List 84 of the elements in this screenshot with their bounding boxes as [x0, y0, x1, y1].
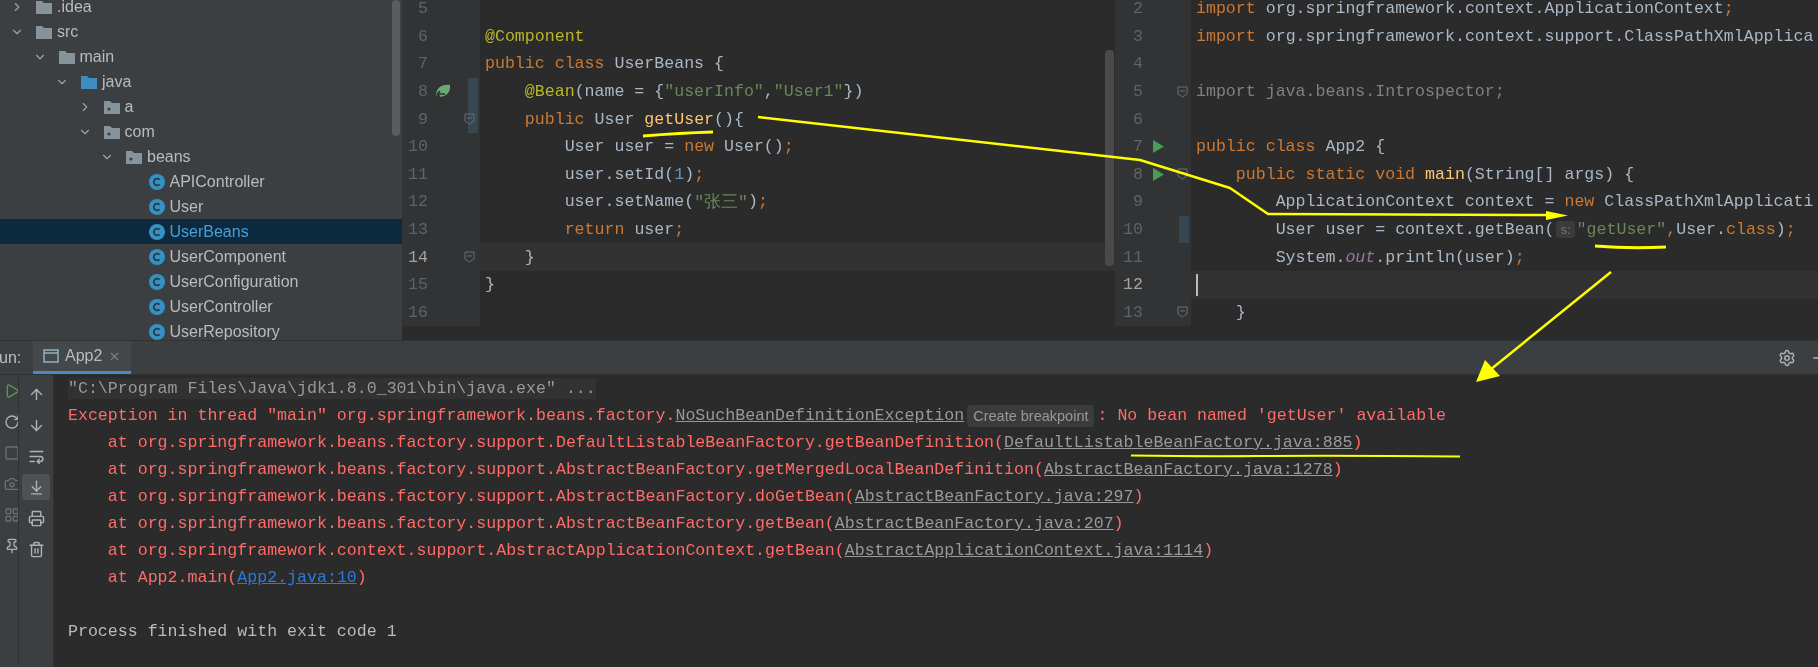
file-link[interactable]: App2.java:10 [237, 568, 357, 587]
tree-item[interactable]: UserRepository [0, 319, 402, 340]
tree-item[interactable]: UserController [0, 294, 402, 319]
code-line: } [484, 275, 495, 295]
code-line: @Component [484, 26, 585, 46]
fold-icon[interactable] [1176, 168, 1188, 181]
console-line: at org.springframework.context.support.AbstractApplicationContext.getBean(AbstractApplicationContext.java:1114) [106, 540, 1214, 561]
folder-icon [57, 48, 76, 65]
class-icon [147, 297, 166, 316]
change-marker[interactable] [1179, 215, 1189, 244]
line-number: 14 [407, 247, 428, 267]
console-line: at org.springframework.beans.factory.support.AbstractBeanFactory.getMergedLocalBeanDefinition(AbstractBeanFactory.java:1278) [106, 459, 1343, 480]
package-icon [125, 148, 143, 165]
tree-item[interactable]: src [0, 19, 402, 44]
code-line: user.setName("张三"); [563, 191, 768, 213]
pin-icon[interactable] [4, 538, 18, 554]
tree-item[interactable]: java [0, 69, 402, 94]
create-breakpoint-button[interactable]: Create breakpoint [967, 404, 1095, 427]
tree-item[interactable]: APIController [0, 169, 402, 194]
console-line: at org.springframework.beans.factory.support.DefaultListableBeanFactory.getBeanDefinition(DefaultListableBeanFactory.java:885) [106, 432, 1363, 453]
run-tab[interactable]: App2 [33, 341, 132, 374]
run-icon[interactable] [1151, 166, 1165, 182]
code-line: @Bean(name = {"userInfo","User1"}) [523, 82, 864, 102]
trash-icon [27, 540, 45, 558]
folder-icon [35, 23, 53, 40]
tree-item[interactable]: com [0, 119, 402, 144]
change-marker[interactable] [468, 77, 478, 106]
code-line: } [523, 247, 535, 267]
console-line: at org.springframework.beans.factory.support.AbstractBeanFactory.doGetBean(AbstractBeanFactory.java:297) [106, 486, 1144, 507]
console-line: at App2.main(App2.java:10) [106, 567, 367, 588]
file-link[interactable]: AbstractBeanFactory.java:1278 [1043, 460, 1333, 479]
class-icon [147, 322, 166, 340]
code-line: ApplicationContext context = new ClassPathXmlApplicati [1274, 192, 1814, 212]
class-icon [147, 197, 166, 216]
code-line: User user = new User(); [563, 137, 794, 157]
file-link[interactable]: NoSuchBeanDefinitionException [675, 406, 965, 425]
code-line: public class UserBeans { [484, 54, 724, 74]
code-line: return user; [563, 220, 685, 240]
exit-message: Process finished with exit code 1 [68, 621, 397, 642]
code-line: import org.springframework.context.support.ClassPathXmlApplica [1195, 26, 1814, 46]
code-line: import java.beans.Introspector; [1195, 82, 1505, 102]
play-icon[interactable] [4, 383, 18, 399]
folder-icon [80, 73, 98, 90]
class-icon [147, 247, 166, 266]
file-link[interactable]: DefaultListableBeanFactory.java:885 [1004, 433, 1353, 452]
code-line: import org.springframework.context.ApplicationContext; [1195, 0, 1734, 19]
scrollbar[interactable] [392, 0, 400, 136]
class-icon [147, 272, 166, 291]
tree-item[interactable]: beans [0, 144, 402, 169]
code-line: System.out.println(user); [1274, 247, 1525, 267]
tree-item[interactable]: UserConfiguration [0, 269, 402, 294]
code-line: public static void main(String[] args) { [1234, 164, 1635, 184]
scrollbar[interactable] [1105, 50, 1114, 266]
class-icon [147, 172, 166, 191]
console-line: at org.springframework.beans.factory.support.AbstractBeanFactory.getBean(AbstractBeanFactory.java:207) [106, 513, 1124, 534]
code-line: public User getUser(){ [523, 109, 744, 129]
tree-item[interactable]: UserBeans [0, 219, 402, 244]
console-icon [43, 349, 59, 363]
code-line: user.setId(1); [563, 164, 705, 184]
underline-mark [642, 130, 714, 138]
code-line: } [1234, 302, 1246, 322]
settings-icon[interactable] [1778, 348, 1796, 367]
tree-item[interactable]: a [0, 94, 402, 119]
tree-item[interactable]: User [0, 194, 402, 219]
file-link[interactable]: AbstractBeanFactory.java:207 [834, 514, 1114, 533]
class-icon [147, 222, 166, 241]
line-number: 12 [1122, 275, 1143, 295]
camera-icon[interactable] [4, 476, 18, 492]
package-icon [102, 123, 121, 140]
printer-icon [27, 509, 45, 527]
tree-item[interactable]: .idea [0, 0, 402, 19]
folder-icon [35, 0, 53, 15]
rerun-icon[interactable] [4, 414, 18, 430]
tree-item[interactable]: main [0, 44, 402, 69]
layout-icon[interactable] [4, 507, 18, 523]
package-icon [102, 98, 121, 115]
tree-item[interactable]: UserComponent [0, 244, 402, 269]
run-label: un: [0, 348, 23, 367]
console-line: Exception in thread "main" org.springframework.beans.factory.NoSuchBeanDefinitionException Create breakpoint : No bean named 'getUser' available [68, 405, 1446, 426]
file-link[interactable]: AbstractBeanFactory.java:297 [854, 487, 1134, 506]
change-marker[interactable] [468, 105, 478, 133]
file-link[interactable]: AbstractApplicationContext.java:1114 [844, 541, 1204, 560]
code-line: public class App2 { [1195, 137, 1386, 157]
scroll-end-button[interactable] [22, 474, 50, 500]
